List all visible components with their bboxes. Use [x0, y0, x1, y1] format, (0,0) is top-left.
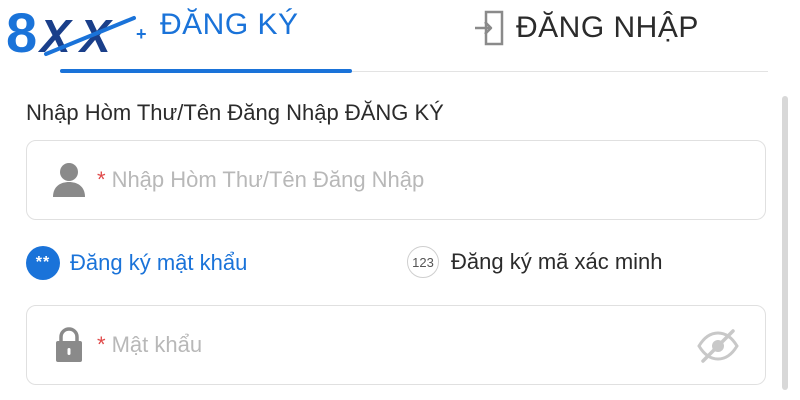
register-by-code-label: Đăng ký mã xác minh: [451, 249, 663, 274]
register-by-password-option[interactable]: ** Đăng ký mật khẩu: [26, 246, 247, 280]
username-input[interactable]: [109, 166, 765, 194]
password-required-mark: *: [97, 332, 106, 357]
lock-icon: [51, 325, 87, 365]
register-by-code-option[interactable]: 123 Đăng ký mã xác minh: [407, 246, 663, 278]
login-door-icon: [475, 10, 504, 46]
password-field: *: [26, 305, 766, 385]
tab-register[interactable]: ĐĂNG KÝ: [160, 8, 299, 42]
auth-tabs: ĐĂNG KÝ ĐĂNG NHẬP: [0, 0, 800, 74]
tab-login[interactable]: ĐĂNG NHẬP: [474, 8, 699, 48]
tab-register-label: ĐĂNG KÝ: [160, 8, 299, 41]
password-input[interactable]: [109, 331, 765, 359]
username-field: *: [26, 140, 766, 220]
password-method-icon: **: [26, 246, 60, 280]
user-icon: [51, 160, 87, 200]
eye-off-icon[interactable]: [697, 328, 739, 364]
code-method-icon: 123: [407, 246, 439, 278]
scrollbar[interactable]: [782, 96, 788, 390]
username-field-label: Nhập Hòm Thư/Tên Đăng Nhập ĐĂNG KÝ: [26, 100, 444, 125]
username-required-mark: *: [97, 167, 106, 192]
register-by-password-label: Đăng ký mật khẩu: [70, 250, 248, 275]
tab-login-label: ĐĂNG NHẬP: [516, 11, 699, 44]
active-tab-indicator: [60, 69, 352, 73]
